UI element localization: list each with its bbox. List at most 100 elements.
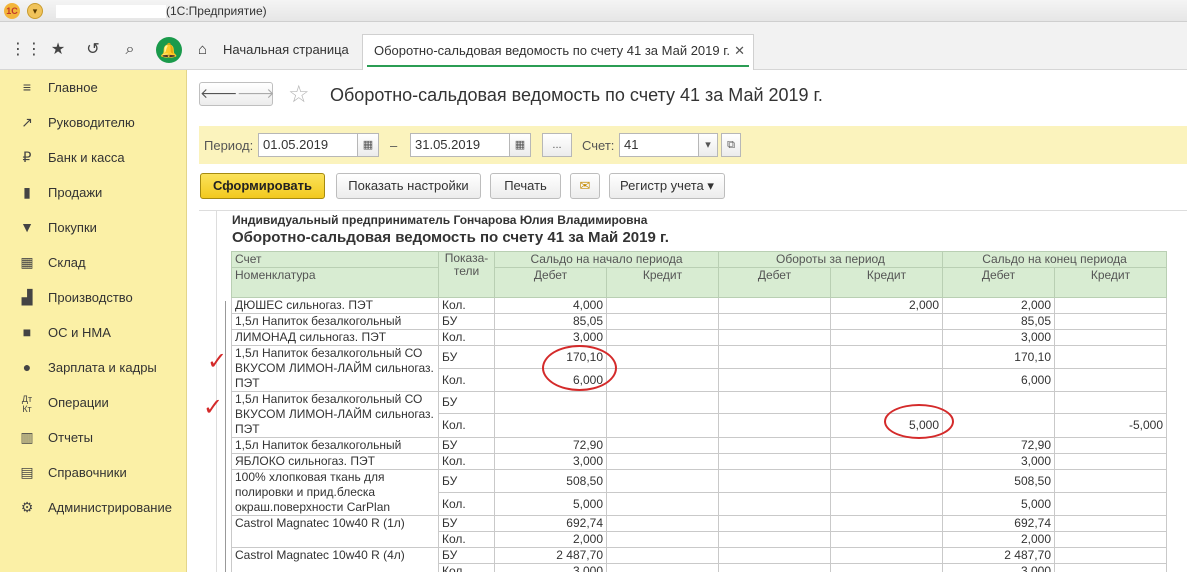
sidebar-item-label: Зарплата и кадры: [48, 360, 157, 375]
calendar-icon[interactable]: ▦: [357, 133, 379, 157]
saldo-end-credit: [1054, 297, 1167, 314]
sidebar-item-purchases[interactable]: ▼ Покупки: [0, 210, 187, 245]
account-field[interactable]: 41: [619, 133, 699, 157]
main-menu-icon[interactable]: ▾: [27, 3, 43, 19]
print-button[interactable]: Печать: [490, 173, 561, 199]
turnover-debit: [718, 313, 831, 330]
saldo-start-debit: 3,000: [494, 453, 607, 470]
search-icon[interactable]: ⌕: [119, 39, 141, 61]
sidebar-item-label: ОС и НМА: [48, 325, 111, 340]
indicator-cell: Кол.: [438, 531, 495, 548]
indicator-cell: БУ: [438, 469, 495, 493]
open-icon[interactable]: ⧉: [721, 133, 741, 157]
turnover-debit: [718, 531, 831, 548]
item-name: 1,5л Напиток безалкогольный: [231, 313, 439, 330]
sections-grid-icon[interactable]: ⋮⋮: [10, 39, 42, 61]
sidebar-item-assets[interactable]: ■ ОС и НМА: [0, 315, 187, 350]
show-settings-button[interactable]: Показать настройки: [336, 173, 481, 199]
saldo-start-debit: 2 487,70: [494, 547, 607, 564]
saldo-end-credit: [1054, 515, 1167, 532]
saldo-end-credit: [1054, 547, 1167, 564]
saldo-start-debit: 4,000: [494, 297, 607, 314]
back-arrow-icon[interactable]: 🡐: [200, 85, 238, 102]
saldo-start-credit: [606, 345, 719, 369]
saldo-end-credit: [1054, 437, 1167, 454]
saldo-end-credit: [1054, 368, 1167, 392]
header-saldo-end: Сальдо на конец периода: [942, 251, 1167, 268]
forward-arrow-icon[interactable]: 🡒: [237, 85, 275, 102]
annotation-check-mark: ✓: [207, 347, 228, 375]
saldo-start-debit: 5,000: [494, 492, 607, 516]
turnover-credit: [830, 437, 943, 454]
turnover-debit: [718, 297, 831, 314]
header-indicators: Показа-тели: [438, 251, 495, 298]
indicator-cell: БУ: [438, 345, 495, 369]
sidebar-item-reports[interactable]: ▥ Отчеты: [0, 420, 187, 455]
header-debit: Дебет: [718, 267, 831, 298]
report-title: Оборотно-сальдовая ведомость по счету 41…: [232, 229, 669, 246]
favorites-star-icon[interactable]: ★: [47, 39, 69, 61]
header-turnover: Обороты за период: [718, 251, 943, 268]
sidebar-item-catalogs[interactable]: ▤ Справочники: [0, 455, 187, 490]
saldo-end-credit: [1054, 469, 1167, 493]
turnover-credit: [830, 329, 943, 346]
indicator-cell: БУ: [438, 515, 495, 532]
generate-button[interactable]: Сформировать: [200, 173, 325, 199]
saldo-start-debit: [494, 413, 607, 438]
saldo-end-debit: 5,000: [942, 492, 1055, 516]
sidebar-item-operations[interactable]: Дт Кт Операции: [0, 385, 187, 420]
table-row: 1,5л Напиток безалкогольный СО ВКУСОМ ЛИ…: [231, 391, 1167, 438]
report-sheet[interactable]: Индивидуальный предприниматель Гончарова…: [199, 210, 1187, 572]
turnover-credit: [830, 313, 943, 330]
close-icon[interactable]: ✕: [734, 35, 745, 67]
sidebar-item-warehouse[interactable]: ▦ Склад: [0, 245, 187, 280]
item-name: ЯБЛОКО сильногаз. ПЭТ: [231, 453, 439, 470]
parameters-bar: Период: 01.05.2019 ▦ – 31.05.2019 ▦ ... …: [199, 126, 1187, 164]
item-name: 100% хлопковая ткань для полировки и при…: [231, 469, 439, 516]
indicator-cell: БУ: [438, 437, 495, 454]
date-from-field[interactable]: 01.05.2019: [258, 133, 358, 157]
sidebar-item-salary[interactable]: ● Зарплата и кадры: [0, 350, 187, 385]
window-title: (1С:Предприятие): [166, 4, 267, 18]
saldo-start-credit: [606, 329, 719, 346]
period-select-button[interactable]: ...: [542, 133, 572, 157]
saldo-end-credit: [1054, 313, 1167, 330]
top-toolbar: ⋮⋮ ★ ↺ ⌕ 🔔 ⌂ Начальная страница Оборотно…: [0, 22, 1187, 70]
item-name: 1,5л Напиток безалкогольный: [231, 437, 439, 454]
sidebar-item-bank[interactable]: ₽ Банк и касса: [0, 140, 187, 175]
turnover-credit: [830, 563, 943, 572]
saldo-end-credit: [1054, 329, 1167, 346]
history-icon[interactable]: ↺: [82, 39, 104, 61]
saldo-start-credit: [606, 531, 719, 548]
nav-buttons: 🡐 🡒: [199, 82, 275, 106]
turnover-credit: [830, 515, 943, 532]
tab-osv-report[interactable]: Оборотно-сальдовая ведомость по счету 41…: [362, 34, 754, 70]
tab-home[interactable]: ⌂ Начальная страница: [190, 34, 360, 70]
header-nomenclature: Номенклатура: [231, 267, 439, 298]
turnover-credit: [830, 368, 943, 392]
date-to-field[interactable]: 31.05.2019: [410, 133, 510, 157]
turnover-credit: 2,000: [830, 297, 943, 314]
turnover-debit: [718, 469, 831, 493]
chevron-down-icon[interactable]: ▾: [698, 133, 718, 157]
sidebar-item-sales[interactable]: ▮ Продажи: [0, 175, 187, 210]
header-credit: Кредит: [1054, 267, 1167, 298]
email-icon[interactable]: ✉: [570, 173, 600, 199]
sidebar-item-manager[interactable]: ↗ Руководителю: [0, 105, 187, 140]
sidebar-item-main[interactable]: ≡ Главное: [0, 70, 187, 105]
sidebar-item-admin[interactable]: ⚙ Администрирование: [0, 490, 187, 525]
favorite-star-icon[interactable]: ☆: [288, 80, 310, 109]
turnover-debit: [718, 515, 831, 532]
saldo-start-debit: 508,50: [494, 469, 607, 493]
table-row: ДЮШЕС сильногаз. ПЭТ Кол. 4,000 2,000 2,0…: [231, 297, 1167, 314]
notifications-bell-icon[interactable]: 🔔: [156, 37, 182, 63]
indicator-cell: Кол.: [438, 297, 495, 314]
calendar-icon[interactable]: ▦: [509, 133, 531, 157]
saldo-end-debit: 85,05: [942, 313, 1055, 330]
sidebar-item-production[interactable]: ▟ Производство: [0, 280, 187, 315]
saldo-end-debit: [942, 391, 1055, 414]
register-dropdown[interactable]: Регистр учета ▾: [609, 173, 725, 199]
period-dash: –: [390, 138, 398, 153]
header-debit: Дебет: [942, 267, 1055, 298]
indicator-cell: Кол.: [438, 413, 495, 438]
